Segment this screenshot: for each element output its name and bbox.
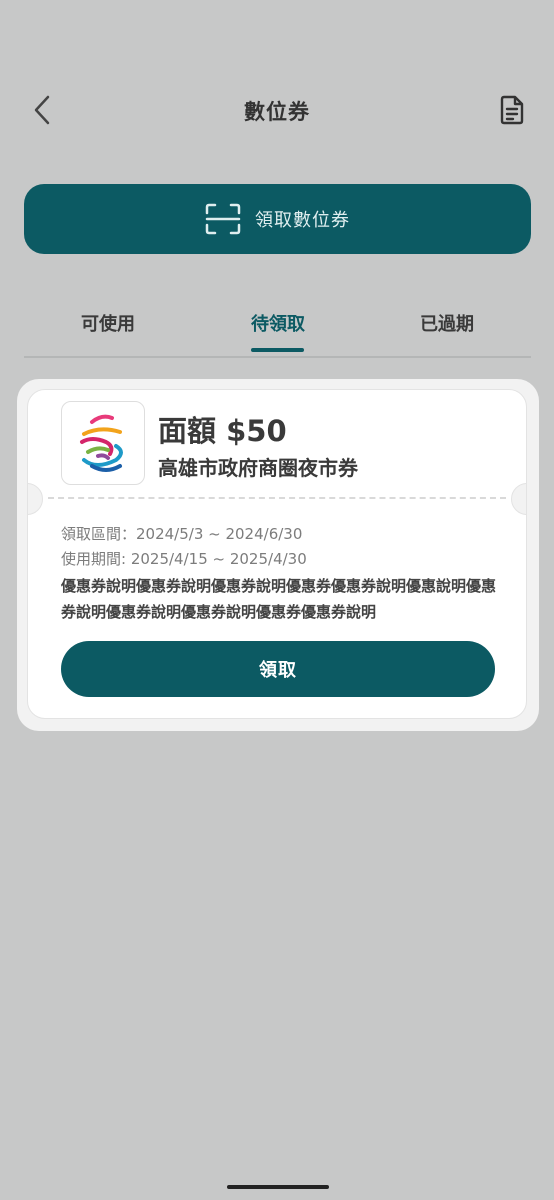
ticket-notch-left — [28, 483, 43, 515]
claim-period: 領取區間：2024/5/3 ~ 2024/6/30 — [61, 525, 303, 543]
voucher-description: 優惠券說明優惠券說明優惠券說明優惠券優惠券說明優惠說明優惠券說明優惠券說明優惠券… — [61, 577, 497, 621]
claim-voucher-button[interactable]: 領取數位券 — [24, 184, 531, 254]
ticket-notch-right — [511, 483, 526, 515]
voucher-card: 面額 $50 高雄市政府商圈夜市券 領取區間：2024/5/3 ~ 2024/6… — [27, 389, 527, 719]
scan-icon — [205, 203, 241, 235]
document-icon — [500, 95, 524, 125]
tab-available[interactable]: 可使用 — [48, 310, 168, 336]
claim-voucher-label: 領取數位券 — [255, 210, 350, 231]
receive-button[interactable]: 領取 — [61, 641, 495, 697]
ticket-divider — [48, 497, 506, 499]
voucher-name: 高雄市政府商圈夜市券 — [158, 456, 358, 480]
active-tab-indicator — [251, 348, 304, 352]
document-button[interactable] — [494, 92, 530, 128]
page-title: 數位券 — [244, 100, 310, 124]
home-indicator — [227, 1185, 329, 1189]
use-period: 使用期間: 2025/4/15 ~ 2025/4/30 — [61, 550, 307, 568]
voucher-logo — [61, 401, 145, 485]
header: 數位券 — [0, 78, 554, 142]
tab-expired[interactable]: 已過期 — [387, 310, 507, 336]
tab-pending[interactable]: 待領取 — [218, 310, 338, 336]
voucher-amount: 面額 $50 — [158, 414, 287, 448]
tab-bar: 可使用 待領取 已過期 — [24, 296, 531, 358]
voucher-card-wrapper: 面額 $50 高雄市政府商圈夜市券 領取區間：2024/5/3 ~ 2024/6… — [17, 379, 539, 731]
kaohsiung-logo-icon — [80, 414, 123, 472]
